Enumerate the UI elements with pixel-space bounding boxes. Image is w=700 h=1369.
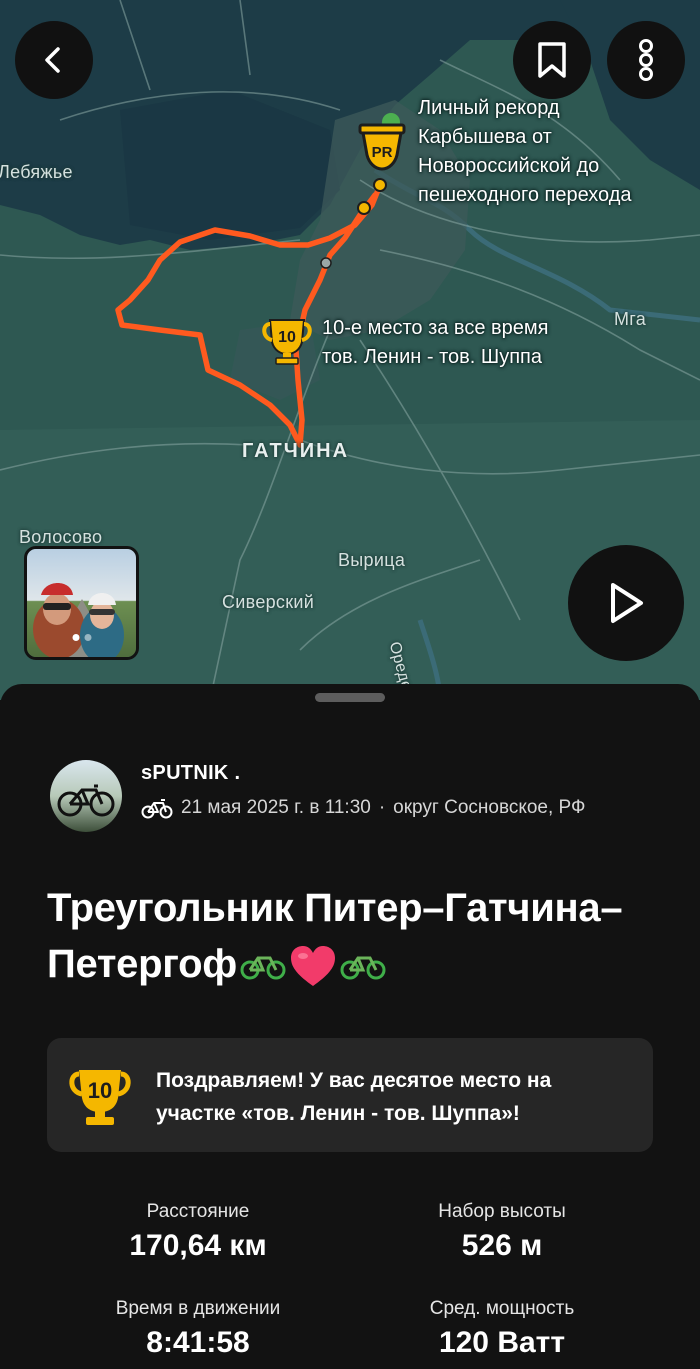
activity-details-sheet[interactable]: sPUTNIK . 21 мая 2025 г. в 11:30 · округ… (0, 684, 700, 1369)
segment-rank-callout: 10-е место за все время тов. Ленин - тов… (322, 314, 548, 372)
trophy-icon: 10 (69, 1070, 131, 1125)
sheet-drag-handle[interactable] (315, 693, 385, 702)
stat-label: Набор высоты (438, 1201, 566, 1222)
banner-line: Поздравляем! У вас десятое место на (156, 1069, 552, 1092)
stat-label: Время в движении (115, 1298, 281, 1319)
stat-label: Сред. мощность (429, 1298, 575, 1319)
bookmark-button[interactable] (513, 21, 591, 99)
pr-callout-line: пешеходного перехода (418, 184, 632, 206)
stat-value: 170,64 км (129, 1229, 267, 1262)
green-bike-emoji-icon (340, 956, 386, 980)
flyover-play-button[interactable] (568, 545, 684, 661)
bookmark-icon (538, 42, 566, 78)
meta-separator: · (378, 797, 386, 818)
stat-value: 120 Ватт (438, 1326, 566, 1359)
photo-pager-dot (84, 634, 91, 641)
stat-elevation-gain: Набор высоты 526 м (352, 1201, 652, 1263)
map-label-vyritsa: Вырица (338, 550, 406, 570)
banner-line: участке «тов. Ленин - тов. Шуппа»! (156, 1102, 520, 1125)
segment-rank-callout-line: тов. Ленин - тов. Шуппа (322, 346, 542, 368)
activity-photo-thumbnail[interactable] (24, 546, 139, 660)
trophy-marker-icon[interactable]: 10 (262, 314, 312, 366)
pr-callout-line: Карбышева от (418, 126, 552, 148)
svg-text:10: 10 (88, 1078, 112, 1103)
activity-date: 21 мая 2025 г. в 11:30 (181, 797, 371, 818)
green-bike-emoji-icon (240, 956, 286, 980)
banner-text: Поздравляем! У вас десятое место на учас… (156, 1064, 551, 1130)
map-label-volosovo: Волосово (19, 527, 103, 547)
stat-label: Расстояние (146, 1201, 250, 1222)
route-map[interactable]: PR 10 Лебяжье Мга ГАТЧИНА Волосово Выриц… (0, 0, 700, 700)
back-icon (45, 47, 60, 73)
pr-callout: Личный рекорд Карбышева от Новороссийско… (418, 94, 632, 210)
segment-rank-callout-line: 10-е место за все время (322, 317, 549, 339)
pr-marker-icon[interactable]: PR (357, 113, 407, 175)
stat-moving-time: Время в движении 8:41:58 (48, 1298, 348, 1360)
stat-value: 526 м (461, 1229, 543, 1262)
map-label-siversky: Сиверский (222, 592, 315, 612)
map-label-gatchina: ГАТЧИНА (242, 440, 350, 462)
athlete-avatar[interactable] (50, 760, 122, 832)
photo-pager (72, 634, 91, 641)
avatar-image (50, 760, 122, 832)
segment-achievement-banner[interactable]: 10 Поздравляем! У вас десятое место на у… (47, 1038, 653, 1152)
svg-text:PR: PR (372, 144, 393, 161)
activity-location: округ Сосновское, РФ (393, 797, 586, 818)
back-button[interactable] (15, 21, 93, 99)
map-label-mga: Мга (614, 309, 647, 329)
stat-value: 8:41:58 (146, 1326, 250, 1359)
heart-emoji-icon (290, 946, 335, 987)
stat-average-power: Сред. мощность 120 Ватт (352, 1298, 652, 1360)
more-icon (639, 39, 653, 81)
activity-title: Треугольник Питер–Гатчина–Петергоф (47, 880, 667, 992)
more-options-button[interactable] (607, 21, 685, 99)
pr-callout-line: Личный рекорд (418, 97, 560, 119)
activity-meta: 21 мая 2025 г. в 11:30 · округ Сосновско… (141, 797, 585, 819)
pr-callout-line: Новороссийской до (418, 155, 600, 177)
bike-icon (141, 799, 173, 819)
photo-pager-dot (72, 634, 79, 641)
athlete-name[interactable]: sPUTNIK . (141, 762, 240, 785)
stat-distance: Расстояние 170,64 км (48, 1201, 348, 1263)
play-icon (611, 583, 643, 623)
photo-image (27, 549, 136, 657)
map-label-lebyazhye: Лебяжье (0, 162, 73, 182)
svg-text:10: 10 (278, 329, 296, 346)
